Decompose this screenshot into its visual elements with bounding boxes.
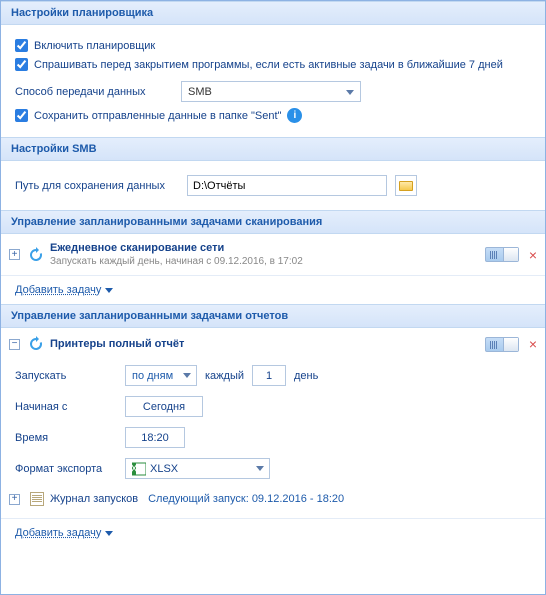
time-input[interactable]: 18:20 (125, 427, 185, 448)
ask-before-close-label: Спрашивать перед закрытием программы, ес… (34, 59, 503, 71)
expand-scan-task-button[interactable]: + (9, 249, 20, 260)
svg-text:X: X (132, 463, 138, 475)
every-value-input[interactable]: 1 (252, 365, 286, 386)
add-report-task-row: Добавить задачу (1, 519, 545, 547)
expand-log-button[interactable]: + (9, 494, 20, 505)
report-task-row: − Принтеры полный отчёт × (1, 332, 545, 356)
transfer-method-value: SMB (188, 86, 212, 98)
browse-folder-button[interactable] (395, 175, 417, 196)
scan-task-row: + Ежедневное сканирование сети Запускать… (1, 238, 545, 271)
export-format-label: Формат экспорта (15, 463, 125, 475)
add-scan-task-row: Добавить задачу (1, 276, 545, 304)
export-format-select[interactable]: X XLSX (125, 458, 270, 479)
transfer-method-label: Способ передачи данных (15, 86, 175, 98)
start-label: Начиная с (15, 401, 125, 413)
refresh-icon (28, 247, 44, 263)
next-launch-label: Следующий запуск: 09.12.2016 - 18:20 (148, 493, 344, 505)
save-sent-label: Сохранить отправленные данные в папке "S… (34, 110, 281, 122)
add-report-task-link[interactable]: Добавить задачу (15, 527, 101, 539)
every-value: 1 (266, 370, 272, 382)
section-report-tasks-header: Управление запланированными задачами отч… (1, 304, 545, 328)
xlsx-icon: X (132, 462, 146, 476)
report-task-toggle[interactable] (485, 337, 519, 352)
collapse-report-task-button[interactable]: − (9, 339, 20, 350)
time-value: 18:20 (141, 432, 169, 444)
ask-before-close-checkbox[interactable] (15, 58, 28, 71)
smb-path-input[interactable]: D:\Отчёты (187, 175, 387, 196)
add-scan-task-link[interactable]: Добавить задачу (15, 284, 101, 296)
section-scheduler-body: Включить планировщик Спрашивать перед за… (1, 25, 545, 137)
delete-report-task-button[interactable]: × (529, 336, 537, 352)
start-date-input[interactable]: Сегодня (125, 396, 203, 417)
chevron-down-icon (105, 288, 113, 293)
section-scheduler-header: Настройки планировщика (1, 1, 545, 25)
day-label: день (294, 370, 318, 382)
save-sent-checkbox[interactable] (15, 109, 28, 122)
enable-scheduler-checkbox[interactable] (15, 39, 28, 52)
scan-task-toggle[interactable] (485, 247, 519, 262)
run-label: Запускать (15, 370, 125, 382)
interval-value: по дням (132, 370, 173, 382)
start-date-value: Сегодня (143, 401, 185, 413)
every-label: каждый (205, 370, 244, 382)
delete-scan-task-button[interactable]: × (529, 247, 537, 263)
section-smb-header: Настройки SMB (1, 137, 545, 161)
launch-log-label: Журнал запусков (50, 493, 138, 505)
scan-task-title: Ежедневное сканирование сети (50, 242, 485, 254)
info-icon[interactable]: i (287, 108, 302, 123)
export-format-value: XLSX (150, 463, 178, 475)
enable-scheduler-label: Включить планировщик (34, 40, 155, 52)
folder-icon (399, 181, 413, 191)
refresh-icon (28, 336, 44, 352)
transfer-method-select[interactable]: SMB (181, 81, 361, 102)
report-task-title: Принтеры полный отчёт (50, 338, 184, 350)
chevron-down-icon (105, 531, 113, 536)
section-smb-body: Путь для сохранения данных D:\Отчёты (1, 161, 545, 210)
time-label: Время (15, 432, 125, 444)
smb-path-value: D:\Отчёты (193, 180, 245, 192)
section-scan-tasks-header: Управление запланированными задачами ска… (1, 210, 545, 234)
log-icon (30, 492, 44, 506)
interval-select[interactable]: по дням (125, 365, 197, 386)
scan-task-subtitle: Запускать каждый день, начиная с 09.12.2… (50, 256, 485, 267)
smb-path-label: Путь для сохранения данных (15, 180, 175, 192)
